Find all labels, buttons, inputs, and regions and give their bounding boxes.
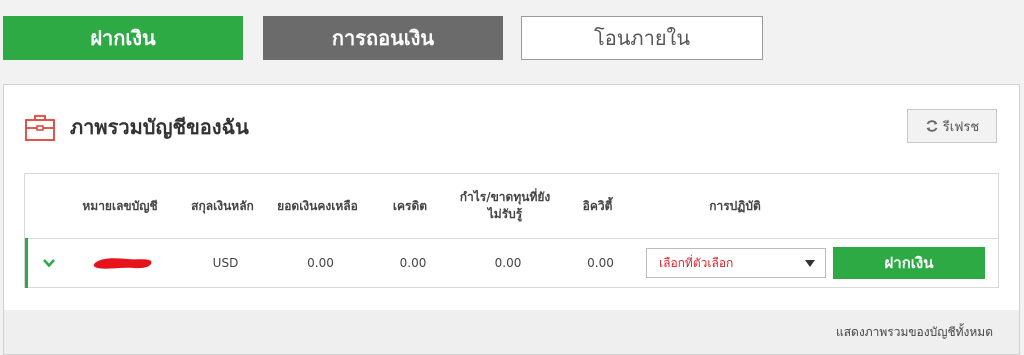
header-base-currency: สกุลเงินหลัก <box>191 198 254 213</box>
table-row: USD 0.00 0.00 0.00 0.00 เลือกที่ตัวเลือก… <box>25 238 998 288</box>
tab-withdraw[interactable]: การถอนเงิน <box>263 16 503 60</box>
tab-internal-transfer[interactable]: โอนภายใน <box>521 16 763 60</box>
redacted-account-number <box>93 257 152 269</box>
header-balance: ยอดเงินคงเหลือ <box>277 198 358 213</box>
row-deposit-button[interactable]: ฝากเงิน <box>833 247 985 279</box>
header-account-number: หมายเลขบัญชี <box>82 198 158 213</box>
refresh-icon <box>926 120 938 132</box>
caret-down-icon <box>805 260 815 267</box>
header-equity: อิควิตี้ <box>582 198 613 213</box>
balance-cell: 0.00 <box>307 256 334 270</box>
equity-cell: 0.00 <box>587 256 614 270</box>
briefcase-icon <box>25 115 55 141</box>
panel-header: ภาพรวมบัญชีของฉัน <box>24 107 249 147</box>
account-number-cell <box>68 238 178 288</box>
tab-bar: ฝากเงิน การถอนเงิน โอนภายใน <box>3 16 1021 62</box>
header-actions: การปฏิบัติ <box>709 198 761 213</box>
refresh-label: รีเฟรช <box>942 119 980 135</box>
action-select-value: เลือกที่ตัวเลือก <box>659 255 734 270</box>
table-header: หมายเลขบัญชี สกุลเงินหลัก ยอดเงินคงเหลือ… <box>25 174 998 239</box>
page-title: ภาพรวมบัญชีของฉัน <box>70 115 249 139</box>
tab-deposit[interactable]: ฝากเงิน <box>3 16 243 60</box>
panel-footer: แสดงภาพรวมของบัญชีทั้งหมด <box>4 310 1019 354</box>
action-select[interactable]: เลือกที่ตัวเลือก <box>646 248 826 278</box>
unrealized-pl-cell: 0.00 <box>494 256 522 270</box>
currency-cell: USD <box>212 256 239 270</box>
chevron-down-icon[interactable] <box>42 256 56 270</box>
header-credit: เครดิต <box>392 198 428 213</box>
refresh-button[interactable]: รีเฟรช <box>907 109 997 143</box>
accounts-table: หมายเลขบัญชี สกุลเงินหลัก ยอดเงินคงเหลือ… <box>24 173 999 288</box>
show-all-accounts-link[interactable]: แสดงภาพรวมของบัญชีทั้งหมด <box>836 323 993 342</box>
header-unrealized-pl: กำไร/ขาดทุนที่ยังไม่รับรู้ <box>459 190 551 221</box>
credit-cell: 0.00 <box>399 256 427 270</box>
account-overview-panel: ภาพรวมบัญชีของฉัน รีเฟรช หมายเลขบัญชี สก… <box>3 84 1020 355</box>
